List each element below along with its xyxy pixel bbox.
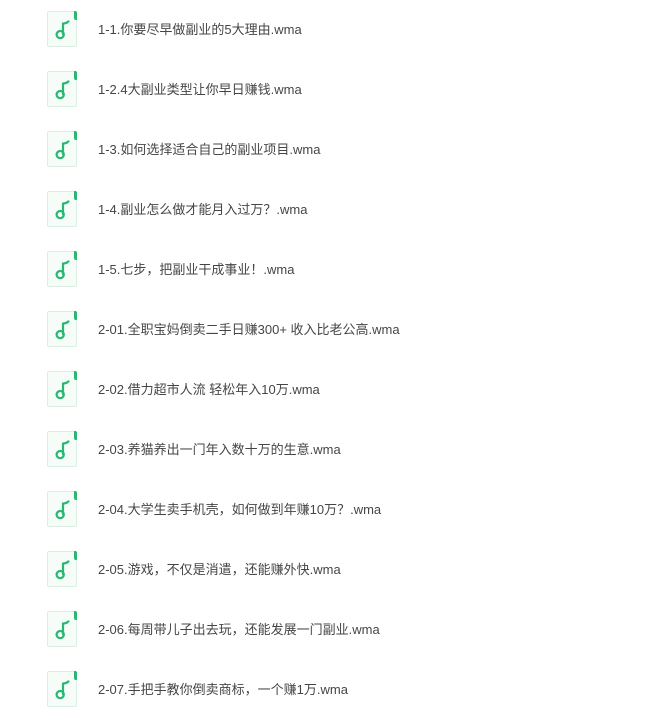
music-note-icon <box>47 11 77 47</box>
file-name: 2-03.养猫养出一门年入数十万的生意.wma <box>98 442 341 457</box>
file-name: 1-5.七步，把副业干成事业！.wma <box>98 262 295 277</box>
file-name: 1-2.4大副业类型让你早日赚钱.wma <box>98 82 302 97</box>
music-note-icon <box>47 311 77 347</box>
corner-mark <box>74 611 77 620</box>
file-row-5[interactable]: 1-5.七步，把副业干成事业！.wma <box>0 240 651 300</box>
music-note-icon <box>47 671 77 707</box>
file-name: 2-04.大学生卖手机壳，如何做到年赚10万？.wma <box>98 502 382 517</box>
file-row-6[interactable]: 2-01.全职宝妈倒卖二手日赚300+ 收入比老公高.wma <box>0 300 651 360</box>
corner-mark <box>74 311 77 320</box>
music-note-icon <box>47 251 77 287</box>
file-row-8[interactable]: 2-03.养猫养出一门年入数十万的生意.wma <box>0 420 651 480</box>
music-note-icon <box>47 191 77 227</box>
corner-mark <box>74 71 77 80</box>
file-name: 2-05.游戏，不仅是消遣，还能赚外快.wma <box>98 562 341 577</box>
music-note-icon <box>47 371 77 407</box>
corner-mark <box>74 191 77 200</box>
music-note-icon <box>47 491 77 527</box>
corner-mark <box>74 431 77 440</box>
file-name: 1-1.你要尽早做副业的5大理由.wma <box>98 22 302 37</box>
corner-mark <box>74 551 77 560</box>
file-name: 2-01.全职宝妈倒卖二手日赚300+ 收入比老公高.wma <box>98 322 400 337</box>
music-note-icon <box>47 431 77 467</box>
file-name: 1-4.副业怎么做才能月入过万？.wma <box>98 202 308 217</box>
music-note-icon <box>47 131 77 167</box>
file-row-2[interactable]: 1-2.4大副业类型让你早日赚钱.wma <box>0 60 651 120</box>
file-row-10[interactable]: 2-05.游戏，不仅是消遣，还能赚外快.wma <box>0 540 651 600</box>
music-note-icon <box>47 71 77 107</box>
corner-mark <box>74 671 77 680</box>
corner-mark <box>74 491 77 500</box>
file-row-12[interactable]: 2-07.手把手教你倒卖商标，一个赚1万.wma <box>0 660 651 720</box>
audio-file-list: 1-1.你要尽早做副业的5大理由.wma 1-2.4大副业类型让你早日赚钱.wm… <box>0 0 651 714</box>
corner-mark <box>74 251 77 260</box>
file-name: 1-3.如何选择适合自己的副业项目.wma <box>98 142 321 157</box>
file-row-4[interactable]: 1-4.副业怎么做才能月入过万？.wma <box>0 180 651 240</box>
file-row-1[interactable]: 1-1.你要尽早做副业的5大理由.wma <box>0 0 651 60</box>
music-note-icon <box>47 551 77 587</box>
corner-mark <box>74 371 77 380</box>
corner-mark <box>74 11 77 20</box>
file-row-9[interactable]: 2-04.大学生卖手机壳，如何做到年赚10万？.wma <box>0 480 651 540</box>
music-note-icon <box>47 611 77 647</box>
file-name: 2-06.每周带儿子出去玩，还能发展一门副业.wma <box>98 622 380 637</box>
file-row-7[interactable]: 2-02.借力超市人流 轻松年入10万.wma <box>0 360 651 420</box>
file-row-3[interactable]: 1-3.如何选择适合自己的副业项目.wma <box>0 120 651 180</box>
corner-mark <box>74 131 77 140</box>
file-row-11[interactable]: 2-06.每周带儿子出去玩，还能发展一门副业.wma <box>0 600 651 660</box>
file-name: 2-02.借力超市人流 轻松年入10万.wma <box>98 382 320 397</box>
file-name: 2-07.手把手教你倒卖商标，一个赚1万.wma <box>98 682 348 697</box>
